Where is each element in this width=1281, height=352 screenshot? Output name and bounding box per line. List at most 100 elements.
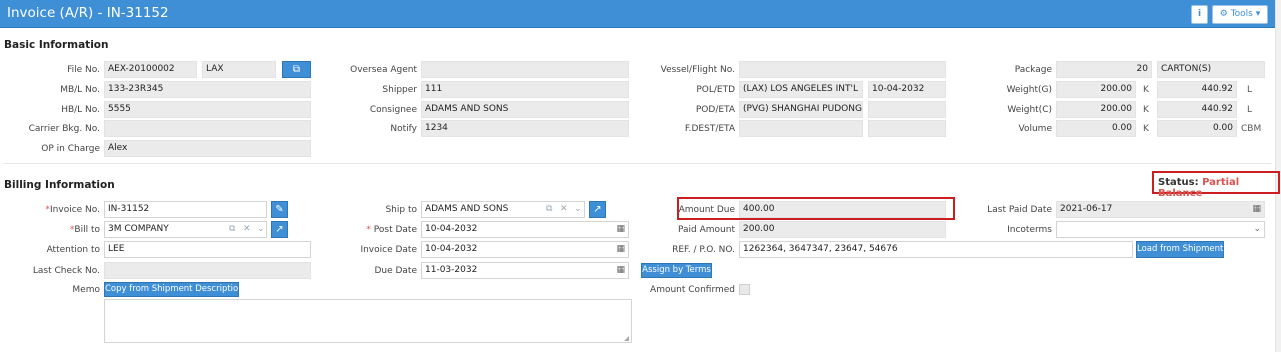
assign-by-terms-button[interactable]: Assign by Terms [641, 263, 712, 278]
op-field[interactable]: Alex [104, 140, 311, 157]
info-icon: i [1197, 9, 1202, 19]
hbl-field[interactable]: 5555 [104, 101, 311, 118]
shipper-field[interactable]: 111 [421, 81, 629, 98]
open-file-button[interactable]: ⧉ [282, 61, 311, 78]
tools-label: Tools [1230, 9, 1253, 19]
eta-field[interactable] [868, 101, 946, 118]
post-date-field[interactable]: 10-04-2032 ▦ [421, 221, 629, 238]
paid-amount-field: 200.00 [739, 221, 946, 238]
file-no-label: File No. [67, 65, 100, 75]
calendar-icon[interactable]: ▦ [1252, 202, 1261, 217]
shipper-label: Shipper [382, 85, 417, 95]
fdest-eta-field[interactable] [868, 120, 946, 137]
chevron-down-icon[interactable]: ⌄ [257, 222, 265, 237]
unit-cbm: CBM [1241, 124, 1262, 134]
calendar-icon[interactable]: ▦ [616, 222, 625, 237]
billing-info-title: Billing Information [4, 179, 115, 191]
info-button[interactable]: i [1191, 5, 1208, 24]
bill-to-open-button[interactable]: ↗ [271, 221, 288, 238]
attention-label: Attention to [46, 245, 100, 255]
last-paid-date-label: Last Paid Date [987, 205, 1052, 215]
vessel-field[interactable] [739, 61, 946, 78]
last-paid-date-field[interactable]: 2021-06-17 ▦ [1056, 201, 1265, 218]
amount-due-label: Amount Due [678, 205, 735, 215]
last-check-field[interactable] [104, 262, 311, 279]
incoterms-select[interactable]: ⌄ [1056, 221, 1265, 238]
fdest-eta-label: F.DEST/ETA [684, 124, 735, 134]
invoice-date-field[interactable]: 10-04-2032 ▦ [421, 241, 629, 258]
arrow-icon: ↗ [593, 204, 602, 215]
due-date-field[interactable]: 11-03-2032 ▦ [421, 262, 629, 279]
chevron-down-icon[interactable]: ⌄ [1253, 222, 1261, 237]
volume-cbm-field[interactable]: 0.00 [1157, 120, 1237, 137]
resize-handle-icon[interactable] [624, 336, 629, 341]
weight-g-l-field[interactable]: 440.92 [1157, 81, 1237, 98]
mbl-label: MB/L No. [60, 85, 100, 95]
clear-icon[interactable]: ✕ [243, 222, 251, 237]
chevron-down-icon[interactable]: ⌄ [574, 202, 582, 217]
chevron-down-icon: ▾ [1255, 9, 1261, 19]
bill-to-field[interactable]: 3M COMPANY ⧉ ✕ ⌄ [104, 221, 267, 238]
package-qty-field[interactable]: 20 [1056, 61, 1152, 78]
amount-confirmed-checkbox[interactable] [739, 284, 750, 295]
invoice-no-label: *Invoice No. [45, 205, 100, 215]
due-date-label: Due Date [374, 266, 417, 276]
ship-to-field[interactable]: ADAMS AND SONS ⧉ ✕ ⌄ [421, 201, 585, 218]
op-label: OP in Charge [41, 144, 100, 154]
fdest-field[interactable] [739, 120, 863, 137]
attention-field[interactable]: LEE [104, 241, 311, 258]
clear-icon[interactable]: ✕ [560, 202, 568, 217]
pod-field[interactable]: (PVG) SHANGHAI PUDONG I [739, 101, 863, 118]
invoice-no-field[interactable]: IN-31152 [104, 201, 267, 218]
unit-l: L [1247, 105, 1253, 115]
status-badge: Status: Partial Balance [1158, 177, 1281, 199]
calendar-icon[interactable]: ▦ [616, 242, 625, 257]
load-from-shipment-button[interactable]: Load from Shipment [1136, 241, 1224, 258]
tools-dropdown-button[interactable]: ⚙ Tools ▾ [1212, 5, 1268, 24]
basic-info-title: Basic Information [4, 39, 109, 51]
consignee-label: Consignee [369, 105, 417, 115]
file-branch-field[interactable]: LAX [202, 61, 276, 78]
external-link-icon[interactable]: ⧉ [229, 222, 235, 237]
file-no-field[interactable]: AEX-20100002 [104, 61, 197, 78]
paid-amount-label: Paid Amount [678, 225, 735, 235]
wand-icon: ✎ [275, 204, 284, 215]
external-link-icon: ⧉ [292, 64, 301, 75]
calendar-icon[interactable]: ▦ [616, 263, 625, 278]
package-unit-field[interactable]: CARTON(S) [1157, 61, 1265, 78]
window-title: Invoice (A/R) - IN-31152 [7, 5, 169, 21]
oversea-agent-label: Oversea Agent [350, 65, 417, 75]
weight-c-l-field[interactable]: 440.92 [1157, 101, 1237, 118]
pol-field[interactable]: (LAX) LOS ANGELES INT'L [739, 81, 863, 98]
invoice-date-label: Invoice Date [360, 245, 417, 255]
volume-k-field[interactable]: 0.00 [1056, 120, 1136, 137]
memo-textarea[interactable] [104, 299, 632, 343]
etd-field[interactable]: 10-04-2032 [868, 81, 946, 98]
amount-due-field: 400.00 [739, 201, 946, 218]
notify-field[interactable]: 1234 [421, 120, 629, 137]
weight-g-k-field[interactable]: 200.00 [1056, 81, 1136, 98]
copy-from-shipment-button[interactable]: Copy from Shipment Description [104, 282, 244, 297]
last-check-label: Last Check No. [32, 266, 100, 276]
carrier-bkg-field[interactable] [104, 120, 311, 137]
oversea-agent-field[interactable] [421, 61, 629, 78]
status-label: Status: [1158, 177, 1199, 188]
title-bar: Invoice (A/R) - IN-31152 i ⚙ Tools ▾ [0, 0, 1275, 28]
external-link-icon[interactable]: ⧉ [546, 202, 552, 217]
invoice-no-edit-button[interactable]: ✎ [271, 201, 288, 218]
ship-to-open-button[interactable]: ↗ [589, 201, 606, 218]
pod-eta-label: POD/ETA [695, 105, 735, 115]
unit-k: K [1143, 85, 1149, 95]
ref-po-field[interactable]: 1262364, 3647347, 23647, 54676 [739, 241, 1133, 258]
incoterms-label: Incoterms [1007, 225, 1052, 235]
bill-to-label: *Bill to [69, 225, 100, 235]
hbl-label: HB/L No. [61, 105, 100, 115]
mbl-field[interactable]: 133-23R345 [104, 81, 311, 98]
section-divider [3, 163, 1271, 164]
volume-label: Volume [1018, 124, 1052, 134]
post-date-label: * Post Date [366, 225, 417, 235]
pol-etd-label: POL/ETD [696, 85, 735, 95]
weight-c-k-field[interactable]: 200.00 [1056, 101, 1136, 118]
consignee-field[interactable]: ADAMS AND SONS [421, 101, 629, 118]
weight-g-label: Weight(G) [1006, 85, 1052, 95]
